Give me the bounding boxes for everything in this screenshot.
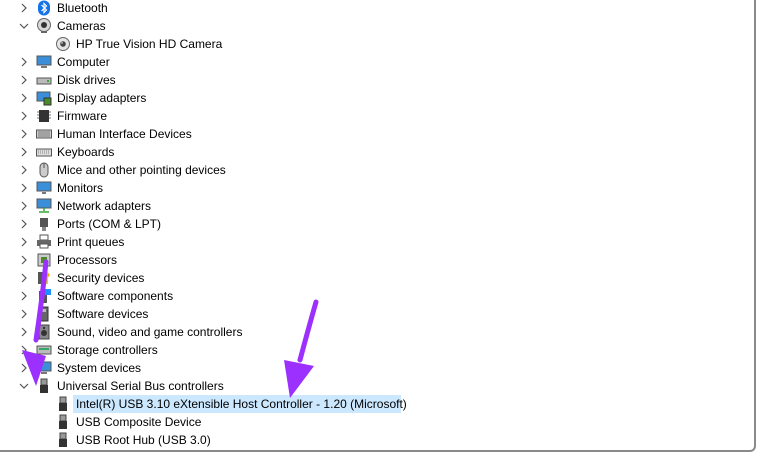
tree-item-intel-usb-host-controller[interactable]: Intel(R) USB 3.10 eXtensible Host Contro… bbox=[0, 395, 740, 413]
system-icon bbox=[36, 361, 52, 374]
tree-item-label: Keyboards bbox=[57, 145, 115, 159]
mouse-icon bbox=[39, 162, 49, 178]
tree-item-label: Universal Serial Bus controllers bbox=[57, 379, 224, 393]
tree-item-label: Network adapters bbox=[57, 199, 152, 213]
tree-item-label: Intel(R) USB 3.10 eXtensible Host Contro… bbox=[76, 397, 407, 411]
tree-item-software-devices[interactable]: Software devices bbox=[0, 305, 740, 323]
chevron-right-icon[interactable] bbox=[18, 92, 30, 104]
tree-item-disk-drives[interactable]: Disk drives bbox=[0, 71, 740, 89]
chevron-right-icon[interactable] bbox=[18, 236, 30, 248]
tree-item-label: Security devices bbox=[57, 271, 145, 285]
chevron-right-icon[interactable] bbox=[18, 110, 30, 122]
disk-drive-icon bbox=[36, 77, 52, 85]
chevron-right-icon[interactable] bbox=[18, 2, 30, 14]
chevron-right-icon[interactable] bbox=[18, 326, 30, 338]
tree-item-mice[interactable]: Mice and other pointing devices bbox=[0, 161, 740, 179]
display-adapter-icon bbox=[36, 91, 52, 106]
tree-item-label: System devices bbox=[57, 361, 142, 375]
tree-item-usb-composite-device[interactable]: USB Composite Device bbox=[0, 413, 740, 431]
tree-item-label: Software devices bbox=[57, 307, 149, 321]
security-icon bbox=[38, 272, 50, 284]
tree-item-label: Mice and other pointing devices bbox=[57, 163, 226, 177]
tree-item-label: Storage controllers bbox=[57, 343, 158, 357]
tree-item-ports[interactable]: Ports (COM & LPT) bbox=[0, 215, 740, 233]
tree-item-software-components[interactable]: Software components bbox=[0, 287, 740, 305]
tree-item-security-devices[interactable]: Security devices bbox=[0, 269, 740, 287]
port-icon bbox=[40, 218, 48, 231]
chevron-right-icon[interactable] bbox=[18, 344, 30, 356]
software-component-icon bbox=[39, 289, 51, 303]
tree-item-processors[interactable]: Processors bbox=[0, 251, 740, 269]
chevron-right-icon[interactable] bbox=[18, 200, 30, 212]
tree-item-label: Cameras bbox=[57, 19, 106, 33]
tree-item-human-interface-devices[interactable]: Human Interface Devices bbox=[0, 125, 740, 143]
tree-item-label: Software components bbox=[57, 289, 174, 303]
tree-item-label: Print queues bbox=[57, 235, 125, 249]
tree-item-label: Bluetooth bbox=[57, 1, 108, 15]
tree-item-firmware[interactable]: Firmware bbox=[0, 107, 740, 125]
tree-item-bluetooth[interactable]: Bluetooth bbox=[0, 0, 740, 17]
tree-item-label: USB Composite Device bbox=[76, 415, 202, 429]
chevron-down-icon[interactable] bbox=[18, 20, 30, 32]
tree-item-label: Sound, video and game controllers bbox=[57, 325, 243, 339]
firmware-icon bbox=[37, 110, 51, 122]
tree-item-label: Display adapters bbox=[57, 91, 147, 105]
tree-item-storage-controllers[interactable]: Storage controllers bbox=[0, 341, 740, 359]
sound-icon bbox=[38, 324, 50, 340]
usb-icon bbox=[59, 396, 67, 411]
bluetooth-icon bbox=[38, 0, 50, 16]
usb-icon bbox=[59, 414, 67, 429]
tree-item-display-adapters[interactable]: Display adapters bbox=[0, 89, 740, 107]
tree-item-sound-video-game[interactable]: Sound, video and game controllers bbox=[0, 323, 740, 341]
chevron-right-icon[interactable] bbox=[18, 290, 30, 302]
hid-icon bbox=[36, 129, 52, 139]
tree-item-label: Ports (COM & LPT) bbox=[57, 217, 162, 231]
storage-icon bbox=[36, 345, 52, 355]
chevron-right-icon[interactable] bbox=[18, 56, 30, 68]
chevron-right-icon[interactable] bbox=[18, 182, 30, 194]
software-device-icon bbox=[39, 306, 49, 322]
chevron-right-icon[interactable] bbox=[18, 362, 30, 374]
webcam-icon bbox=[56, 37, 70, 51]
tree-item-cameras[interactable]: Cameras bbox=[0, 17, 740, 35]
chevron-right-icon[interactable] bbox=[18, 164, 30, 176]
tree-item-keyboards[interactable]: Keyboards bbox=[0, 143, 740, 161]
tree-item-computer[interactable]: Computer bbox=[0, 53, 740, 71]
tree-item-label: Processors bbox=[57, 253, 118, 267]
tree-item-network-adapters[interactable]: Network adapters bbox=[0, 197, 740, 215]
computer-icon bbox=[36, 55, 52, 68]
tree-item-label: Computer bbox=[57, 55, 110, 69]
usb-icon bbox=[59, 432, 67, 447]
network-icon bbox=[36, 198, 52, 213]
tree-item-label: Firmware bbox=[57, 109, 107, 123]
tree-item-label: Monitors bbox=[57, 181, 104, 195]
chevron-right-icon[interactable] bbox=[18, 146, 30, 158]
tree-item-label: Human Interface Devices bbox=[57, 127, 192, 141]
usb-icon bbox=[40, 378, 48, 393]
tree-item-label: HP True Vision HD Camera bbox=[76, 37, 223, 51]
chevron-right-icon[interactable] bbox=[18, 74, 30, 86]
chevron-right-icon[interactable] bbox=[18, 308, 30, 320]
chevron-right-icon[interactable] bbox=[18, 218, 30, 230]
tree-item-label: USB Root Hub (USB 3.0) bbox=[76, 433, 211, 447]
monitor-icon bbox=[36, 181, 52, 194]
chevron-right-icon[interactable] bbox=[18, 128, 30, 140]
chevron-right-icon[interactable] bbox=[18, 254, 30, 266]
tree-item-monitors[interactable]: Monitors bbox=[0, 179, 740, 197]
tree-item-hp-true-vision-camera[interactable]: HP True Vision HD Camera bbox=[0, 35, 740, 53]
printer-icon bbox=[37, 234, 51, 249]
tree-item-usb-root-hub[interactable]: USB Root Hub (USB 3.0) bbox=[0, 431, 740, 449]
chevron-down-icon[interactable] bbox=[18, 380, 30, 392]
keyboard-icon bbox=[36, 148, 52, 157]
tree-item-print-queues[interactable]: Print queues bbox=[0, 233, 740, 251]
tree-item-label: Disk drives bbox=[57, 73, 116, 87]
camera-icon bbox=[37, 18, 51, 33]
chevron-right-icon[interactable] bbox=[18, 272, 30, 284]
device-tree: Bluetooth Cameras HP True Vision HD Came… bbox=[0, 0, 740, 449]
processor-icon bbox=[37, 253, 51, 267]
tree-item-usb-controllers[interactable]: Universal Serial Bus controllers bbox=[0, 377, 740, 395]
tree-item-system-devices[interactable]: System devices bbox=[0, 359, 740, 377]
